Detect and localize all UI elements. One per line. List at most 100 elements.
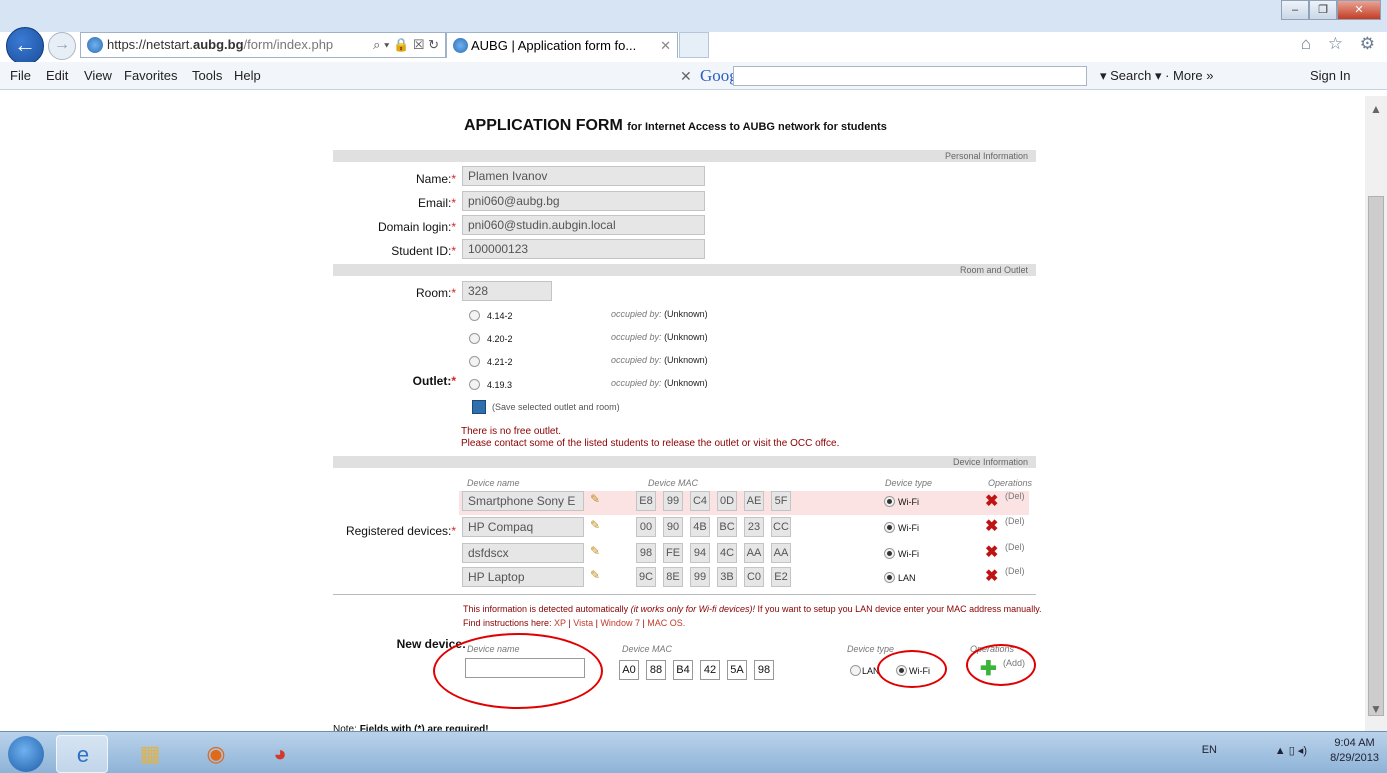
email-field[interactable]: pni060@aubg.bg bbox=[462, 191, 705, 211]
menu-file[interactable]: File bbox=[10, 62, 31, 90]
device-name-field[interactable]: HP Laptop bbox=[462, 567, 584, 587]
menu-edit[interactable]: Edit bbox=[46, 62, 68, 90]
save-outlet-link[interactable]: (Save selected outlet and room) bbox=[492, 402, 620, 412]
home-favorites-settings-icons[interactable]: ⌂ ☆ ⚙ bbox=[1301, 34, 1381, 54]
menu-view[interactable]: View bbox=[84, 62, 112, 90]
mac-octet[interactable]: 9C bbox=[636, 567, 656, 587]
mac-octet[interactable]: C0 bbox=[744, 567, 764, 587]
device-type-radio[interactable] bbox=[884, 548, 895, 559]
new-mac-octet[interactable]: 5A bbox=[727, 660, 747, 680]
forward-button[interactable]: → bbox=[48, 32, 76, 60]
outlet-radio-4[interactable] bbox=[469, 379, 480, 390]
mac-octet[interactable]: 94 bbox=[690, 543, 710, 563]
mac-octet[interactable]: AE bbox=[744, 491, 764, 511]
mac-octet[interactable]: 3B bbox=[717, 567, 737, 587]
mac-octet[interactable]: 0D bbox=[717, 491, 737, 511]
delete-icon[interactable]: ✖ bbox=[985, 491, 998, 511]
mac-octet[interactable]: BC bbox=[717, 517, 737, 537]
delete-label[interactable]: (Del) bbox=[1005, 542, 1025, 552]
language-indicator[interactable]: EN bbox=[1202, 744, 1217, 756]
device-type-radio[interactable] bbox=[884, 572, 895, 583]
taskbar-chrome[interactable]: ◕ bbox=[254, 735, 306, 773]
outlet-radio-2[interactable] bbox=[469, 333, 480, 344]
maximize-button[interactable]: ❐ bbox=[1309, 0, 1337, 20]
device-type-radio[interactable] bbox=[884, 496, 895, 507]
system-clock[interactable]: 9:04 AM 8/29/2013 bbox=[1330, 736, 1379, 766]
minimize-button[interactable]: – bbox=[1281, 0, 1309, 20]
start-button[interactable] bbox=[8, 736, 44, 772]
new-col-device-type: Device type bbox=[847, 644, 895, 654]
taskbar-outlook[interactable]: ◉ bbox=[190, 735, 242, 773]
mac-octet[interactable]: 99 bbox=[690, 567, 710, 587]
link-vista[interactable]: Vista bbox=[573, 618, 593, 628]
close-window-button[interactable]: ✕ bbox=[1337, 0, 1381, 20]
mac-octet[interactable]: AA bbox=[771, 543, 791, 563]
mac-octet[interactable]: 90 bbox=[663, 517, 683, 537]
mac-octet[interactable]: 4B bbox=[690, 517, 710, 537]
mac-octet[interactable]: 4C bbox=[717, 543, 737, 563]
link-mac-os[interactable]: MAC OS. bbox=[647, 618, 685, 628]
device-name-field[interactable]: HP Compaq bbox=[462, 517, 584, 537]
mac-octet[interactable]: E8 bbox=[636, 491, 656, 511]
back-button[interactable]: ← bbox=[6, 27, 44, 65]
sign-in-button[interactable]: Sign In bbox=[1310, 62, 1350, 90]
edit-pencil-icon[interactable]: ✎ bbox=[590, 568, 604, 582]
mac-octet[interactable]: CC bbox=[771, 517, 791, 537]
scroll-up-icon[interactable]: ▲ bbox=[1365, 102, 1387, 118]
tray-icons[interactable]: ▲ ▯ ◂) bbox=[1275, 744, 1307, 757]
new-tab-button[interactable] bbox=[679, 32, 709, 58]
mac-octet[interactable]: E2 bbox=[771, 567, 791, 587]
save-disk-icon[interactable] bbox=[472, 400, 486, 414]
delete-icon[interactable]: ✖ bbox=[985, 542, 998, 562]
new-mac-octet[interactable]: B4 bbox=[673, 660, 693, 680]
device-type-radio[interactable] bbox=[884, 522, 895, 533]
new-mac-octet[interactable]: 88 bbox=[646, 660, 666, 680]
new-mac-octet[interactable]: A0 bbox=[619, 660, 639, 680]
google-toolbar-buttons[interactable]: ▾ Search ▾ · More » bbox=[1100, 62, 1213, 90]
tab-application-form[interactable]: AUBG | Application form fo... ✕ bbox=[446, 32, 678, 58]
delete-label[interactable]: (Del) bbox=[1005, 516, 1025, 526]
mac-octet[interactable]: 8E bbox=[663, 567, 683, 587]
page-scrollbar[interactable]: ▲ ▼ bbox=[1365, 96, 1387, 731]
taskbar-file-explorer[interactable]: ▦ bbox=[124, 735, 176, 773]
mac-octet[interactable]: C4 bbox=[690, 491, 710, 511]
link-xp[interactable]: XP bbox=[554, 618, 566, 628]
delete-label[interactable]: (Del) bbox=[1005, 566, 1025, 576]
delete-label[interactable]: (Del) bbox=[1005, 491, 1025, 501]
room-field[interactable]: 328 bbox=[462, 281, 552, 301]
new-mac-octet[interactable]: 98 bbox=[754, 660, 774, 680]
name-field[interactable]: Plamen Ivanov bbox=[462, 166, 705, 186]
google-bar-close-icon[interactable]: ✕ bbox=[680, 62, 692, 90]
outlet-radio-1[interactable] bbox=[469, 310, 480, 321]
mac-octet[interactable]: 5F bbox=[771, 491, 791, 511]
taskbar-internet-explorer[interactable]: e bbox=[56, 735, 108, 773]
mac-octet[interactable]: FE bbox=[663, 543, 683, 563]
new-mac-octet[interactable]: 42 bbox=[700, 660, 720, 680]
scroll-down-icon[interactable]: ▼ bbox=[1365, 702, 1387, 718]
edit-pencil-icon[interactable]: ✎ bbox=[590, 492, 604, 506]
mac-octet[interactable]: AA bbox=[744, 543, 764, 563]
edit-pencil-icon[interactable]: ✎ bbox=[590, 544, 604, 558]
delete-icon[interactable]: ✖ bbox=[985, 516, 998, 536]
edit-pencil-icon[interactable]: ✎ bbox=[590, 518, 604, 532]
mac-octet[interactable]: 98 bbox=[636, 543, 656, 563]
device-name-field[interactable]: Smartphone Sony E bbox=[462, 491, 584, 511]
new-type-lan-radio[interactable] bbox=[850, 665, 861, 676]
menu-tools[interactable]: Tools bbox=[192, 62, 222, 90]
student-id-field[interactable]: 100000123 bbox=[462, 239, 705, 259]
menu-help[interactable]: Help bbox=[234, 62, 261, 90]
google-search-input[interactable] bbox=[733, 66, 1087, 86]
delete-icon[interactable]: ✖ bbox=[985, 566, 998, 586]
domain-login-field[interactable]: pni060@studin.aubgin.local bbox=[462, 215, 705, 235]
outlet-radio-3[interactable] bbox=[469, 356, 480, 367]
mac-octet[interactable]: 23 bbox=[744, 517, 764, 537]
menu-favorites[interactable]: Favorites bbox=[124, 62, 177, 90]
address-tools-icons[interactable]: ⌕ ▾ 🔒 ☒ ↻ bbox=[373, 33, 439, 57]
scroll-thumb[interactable] bbox=[1368, 196, 1384, 716]
address-bar[interactable]: https://netstart.aubg.bg/form/index.php … bbox=[80, 32, 446, 58]
tab-close-icon[interactable]: ✕ bbox=[660, 33, 671, 59]
mac-octet[interactable]: 00 bbox=[636, 517, 656, 537]
mac-octet[interactable]: 99 bbox=[663, 491, 683, 511]
link-window-7[interactable]: Window 7 bbox=[600, 618, 640, 628]
device-name-field[interactable]: dsfdscx bbox=[462, 543, 584, 563]
